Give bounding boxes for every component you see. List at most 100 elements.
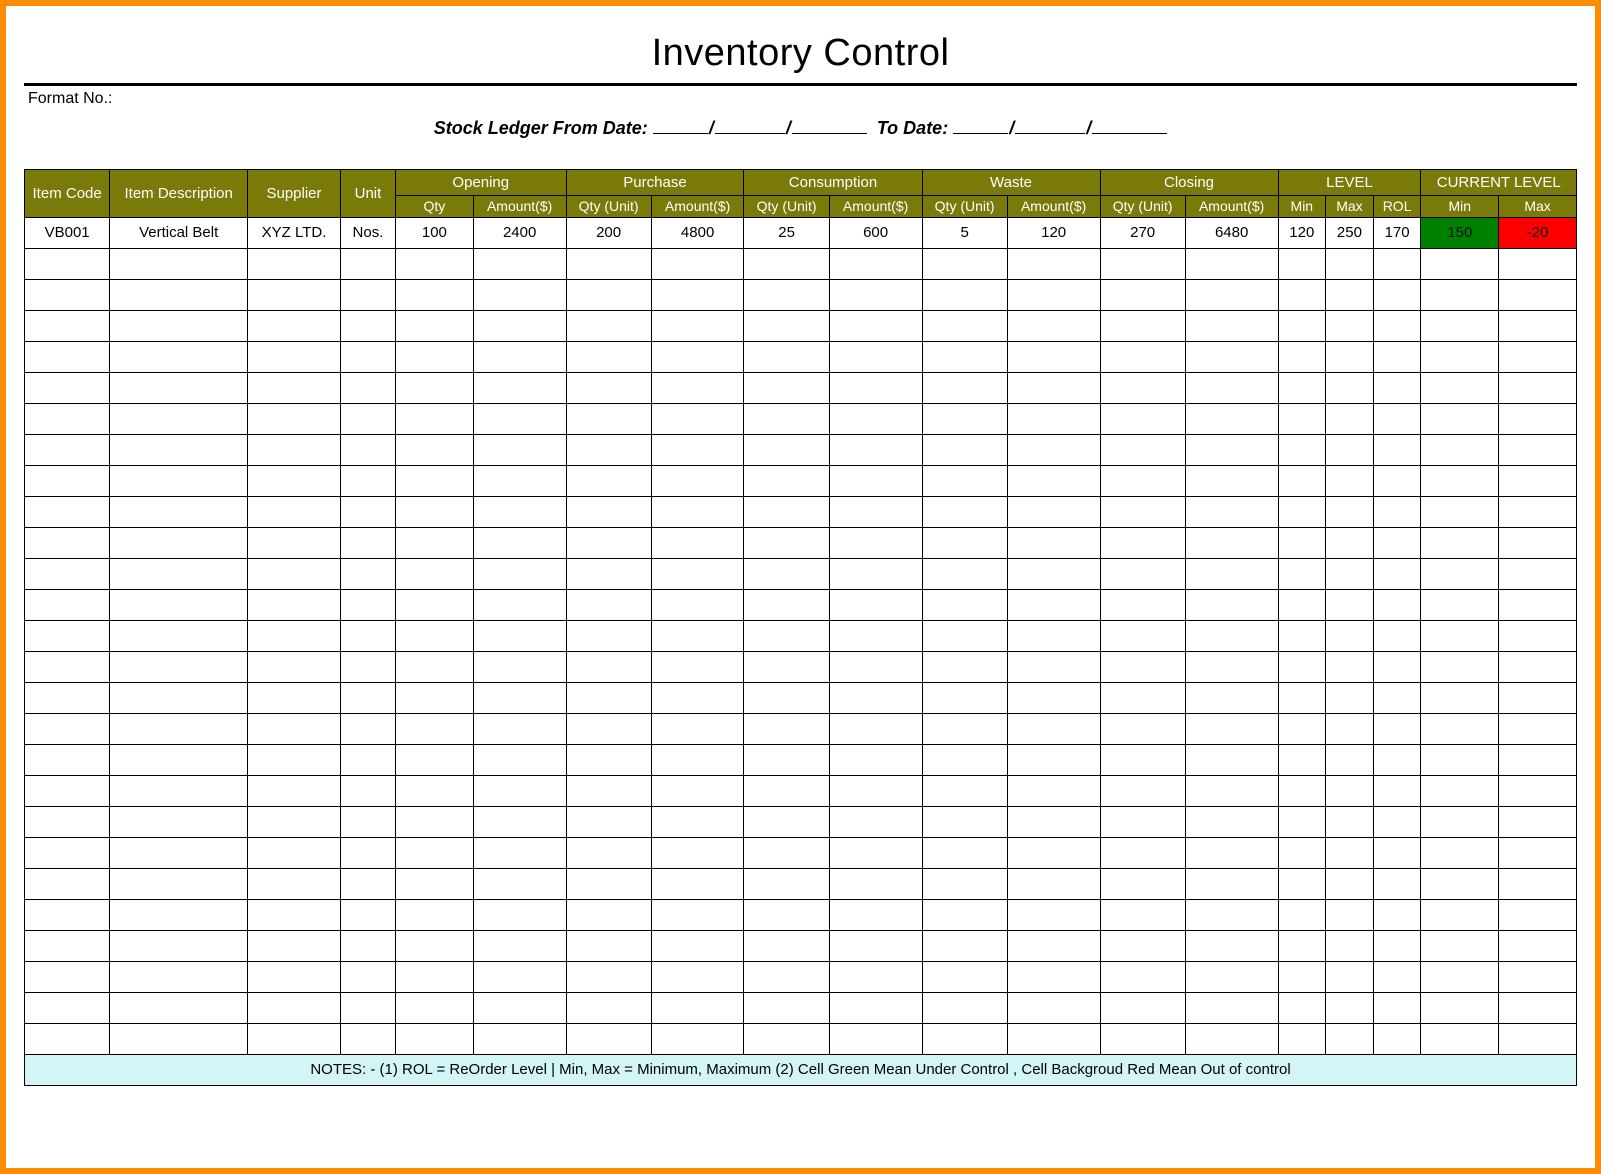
empty-cell[interactable] xyxy=(396,682,474,713)
empty-cell[interactable] xyxy=(566,682,651,713)
empty-cell[interactable] xyxy=(1421,465,1499,496)
empty-cell[interactable] xyxy=(744,279,829,310)
empty-cell[interactable] xyxy=(829,558,922,589)
empty-cell[interactable] xyxy=(110,496,248,527)
empty-cell[interactable] xyxy=(1100,403,1185,434)
empty-cell[interactable] xyxy=(922,310,1007,341)
empty-cell[interactable] xyxy=(25,496,110,527)
empty-cell[interactable] xyxy=(1278,341,1326,372)
empty-cell[interactable] xyxy=(248,961,341,992)
empty-cell[interactable] xyxy=(25,744,110,775)
empty-cell[interactable] xyxy=(340,899,395,930)
empty-cell[interactable] xyxy=(1100,775,1185,806)
empty-cell[interactable] xyxy=(1100,310,1185,341)
empty-cell[interactable] xyxy=(1421,434,1499,465)
empty-cell[interactable] xyxy=(744,682,829,713)
empty-cell[interactable] xyxy=(473,620,566,651)
empty-cell[interactable] xyxy=(248,620,341,651)
empty-cell[interactable] xyxy=(110,930,248,961)
empty-cell[interactable] xyxy=(1373,310,1421,341)
empty-cell[interactable] xyxy=(1499,930,1577,961)
empty-cell[interactable] xyxy=(25,620,110,651)
empty-cell[interactable] xyxy=(248,527,341,558)
empty-cell[interactable] xyxy=(829,961,922,992)
empty-cell[interactable] xyxy=(340,496,395,527)
empty-cell[interactable] xyxy=(396,775,474,806)
empty-cell[interactable] xyxy=(396,403,474,434)
empty-cell[interactable] xyxy=(1421,310,1499,341)
empty-cell[interactable] xyxy=(25,930,110,961)
empty-cell[interactable] xyxy=(1421,589,1499,620)
empty-cell[interactable] xyxy=(922,682,1007,713)
empty-cell[interactable] xyxy=(1499,372,1577,403)
empty-cell[interactable] xyxy=(1326,248,1374,279)
empty-cell[interactable] xyxy=(473,279,566,310)
cell-item-code[interactable]: VB001 xyxy=(25,217,110,248)
empty-cell[interactable] xyxy=(1007,961,1100,992)
empty-cell[interactable] xyxy=(651,713,744,744)
cell-level-rol[interactable]: 170 xyxy=(1373,217,1421,248)
empty-cell[interactable] xyxy=(1326,651,1374,682)
empty-cell[interactable] xyxy=(744,806,829,837)
empty-cell[interactable] xyxy=(1373,403,1421,434)
empty-cell[interactable] xyxy=(1278,372,1326,403)
cell-opening-qty[interactable]: 100 xyxy=(396,217,474,248)
empty-cell[interactable] xyxy=(110,775,248,806)
empty-cell[interactable] xyxy=(473,372,566,403)
empty-cell[interactable] xyxy=(396,372,474,403)
empty-cell[interactable] xyxy=(25,372,110,403)
empty-cell[interactable] xyxy=(1278,806,1326,837)
empty-cell[interactable] xyxy=(473,589,566,620)
empty-cell[interactable] xyxy=(1278,930,1326,961)
empty-cell[interactable] xyxy=(1499,434,1577,465)
empty-cell[interactable] xyxy=(1373,248,1421,279)
empty-cell[interactable] xyxy=(1373,899,1421,930)
empty-cell[interactable] xyxy=(1007,310,1100,341)
cell-closing-amt[interactable]: 6480 xyxy=(1185,217,1278,248)
empty-cell[interactable] xyxy=(1326,341,1374,372)
empty-cell[interactable] xyxy=(922,961,1007,992)
empty-cell[interactable] xyxy=(1100,713,1185,744)
empty-cell[interactable] xyxy=(744,651,829,682)
empty-cell[interactable] xyxy=(922,341,1007,372)
empty-cell[interactable] xyxy=(829,744,922,775)
empty-cell[interactable] xyxy=(744,465,829,496)
empty-cell[interactable] xyxy=(248,775,341,806)
cell-opening-amt[interactable]: 2400 xyxy=(473,217,566,248)
empty-cell[interactable] xyxy=(1278,744,1326,775)
empty-cell[interactable] xyxy=(110,837,248,868)
empty-cell[interactable] xyxy=(340,403,395,434)
empty-cell[interactable] xyxy=(566,589,651,620)
empty-cell[interactable] xyxy=(566,403,651,434)
empty-cell[interactable] xyxy=(829,992,922,1023)
empty-cell[interactable] xyxy=(922,775,1007,806)
cell-waste-qty[interactable]: 5 xyxy=(922,217,1007,248)
empty-cell[interactable] xyxy=(110,248,248,279)
empty-cell[interactable] xyxy=(473,310,566,341)
empty-cell[interactable] xyxy=(829,620,922,651)
empty-cell[interactable] xyxy=(473,527,566,558)
cell-current-min[interactable]: 150 xyxy=(1421,217,1499,248)
empty-cell[interactable] xyxy=(1185,589,1278,620)
empty-cell[interactable] xyxy=(829,651,922,682)
empty-cell[interactable] xyxy=(1373,465,1421,496)
empty-cell[interactable] xyxy=(1278,651,1326,682)
empty-cell[interactable] xyxy=(566,713,651,744)
empty-cell[interactable] xyxy=(1278,558,1326,589)
empty-cell[interactable] xyxy=(1421,651,1499,682)
empty-cell[interactable] xyxy=(922,279,1007,310)
empty-cell[interactable] xyxy=(566,992,651,1023)
empty-cell[interactable] xyxy=(566,930,651,961)
empty-cell[interactable] xyxy=(1185,806,1278,837)
empty-cell[interactable] xyxy=(1326,992,1374,1023)
empty-cell[interactable] xyxy=(829,837,922,868)
cell-consumption-qty[interactable]: 25 xyxy=(744,217,829,248)
empty-cell[interactable] xyxy=(922,868,1007,899)
empty-cell[interactable] xyxy=(651,496,744,527)
empty-cell[interactable] xyxy=(1278,713,1326,744)
empty-cell[interactable] xyxy=(1100,868,1185,899)
empty-cell[interactable] xyxy=(829,434,922,465)
empty-cell[interactable] xyxy=(248,465,341,496)
empty-cell[interactable] xyxy=(473,248,566,279)
empty-cell[interactable] xyxy=(922,434,1007,465)
